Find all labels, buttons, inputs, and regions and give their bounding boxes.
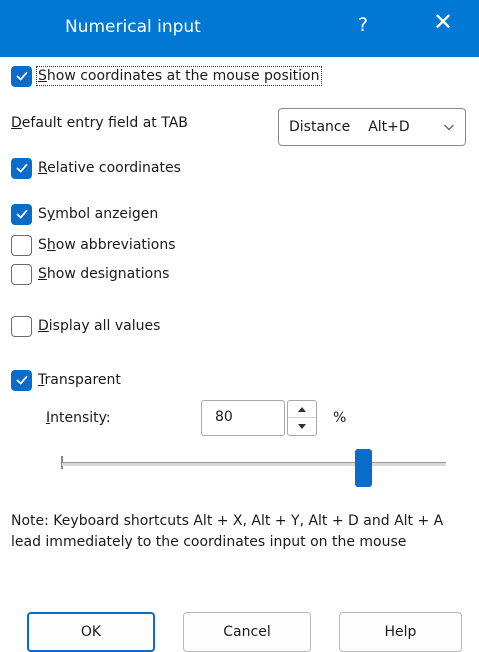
transparent-checkbox[interactable] xyxy=(11,369,32,391)
label-text: elative coordinates xyxy=(47,160,181,176)
display-all-values-label: Display all values xyxy=(38,318,160,334)
checkmark-icon xyxy=(16,71,27,81)
relative-coordinates-label: Relative coordinates xyxy=(38,160,181,176)
symbol-anzeigen-label: Symbol anzeigen xyxy=(38,206,158,222)
intensity-label: Intensity: xyxy=(46,410,111,426)
display-all-values-checkbox[interactable] xyxy=(11,315,32,337)
spin-up-button[interactable] xyxy=(288,401,316,418)
dropdown-selected-shortcut: Alt+D xyxy=(368,119,410,135)
show-coordinates-checkbox[interactable] xyxy=(11,65,32,87)
checkmark-icon xyxy=(16,163,27,173)
mnemonic-key: h xyxy=(46,237,56,253)
show-abbreviations-checkbox[interactable] xyxy=(11,234,32,256)
label-text: ow abbreviations xyxy=(55,237,176,253)
title-bar: Numerical input ? ✕ xyxy=(0,0,479,57)
checkmark-icon xyxy=(16,375,27,385)
label-text: ntensity: xyxy=(50,410,111,426)
show-abbreviations-option[interactable]: Show abbreviations xyxy=(11,234,176,256)
default-entry-label: Default entry field at TAB xyxy=(11,115,188,131)
mnemonic-key: S xyxy=(38,68,47,84)
symbol-anzeigen-checkbox[interactable] xyxy=(11,203,32,225)
show-abbreviations-label: Show abbreviations xyxy=(38,237,176,253)
show-designations-option[interactable]: Show designations xyxy=(11,263,169,285)
intensity-slider-track[interactable] xyxy=(62,462,446,466)
close-icon[interactable]: ✕ xyxy=(433,10,453,34)
mnemonic-key: D xyxy=(38,318,49,334)
mnemonic-key: S xyxy=(38,266,47,282)
transparent-option[interactable]: Transparent xyxy=(11,369,121,391)
show-coordinates-label: Show coordinates at the mouse position xyxy=(35,66,323,86)
label-text: isplay all values xyxy=(48,318,161,334)
keyboard-shortcut-note: Note: Keyboard shortcuts Alt + X, Alt + … xyxy=(11,513,444,550)
intensity-input[interactable]: 80 xyxy=(201,400,285,436)
intensity-value: 80 xyxy=(215,409,233,425)
symbol-anzeigen-option[interactable]: Symbol anzeigen xyxy=(11,203,158,225)
show-designations-checkbox[interactable] xyxy=(11,263,32,285)
mnemonic-key: R xyxy=(38,160,48,176)
intensity-spinner[interactable] xyxy=(287,400,317,436)
dialog-title: Numerical input xyxy=(65,17,201,37)
checkmark-icon xyxy=(16,209,27,219)
label-text: efault entry field at TAB xyxy=(21,115,188,131)
transparent-label: Transparent xyxy=(38,372,121,388)
show-coordinates-option[interactable]: Show coordinates at the mouse position xyxy=(11,65,323,87)
label-text: S xyxy=(38,206,47,222)
chevron-down-icon xyxy=(444,124,454,131)
intensity-slider-thumb[interactable] xyxy=(355,449,372,487)
triangle-up-icon xyxy=(298,406,306,412)
mnemonic-key: D xyxy=(11,115,22,131)
spin-down-button[interactable] xyxy=(288,418,316,435)
percent-unit: % xyxy=(333,410,347,426)
dropdown-selected-field: Distance xyxy=(289,119,351,135)
label-text: how coordinates at the mouse position xyxy=(46,68,320,84)
label-text: S xyxy=(38,237,47,253)
help-button[interactable]: Help xyxy=(339,612,462,652)
help-icon[interactable]: ? xyxy=(358,14,368,36)
relative-coordinates-option[interactable]: Relative coordinates xyxy=(11,157,181,179)
label-text: ransparent xyxy=(44,372,121,388)
label-text: mbol anzeigen xyxy=(55,206,159,222)
display-all-values-option[interactable]: Display all values xyxy=(11,315,160,337)
relative-coordinates-checkbox[interactable] xyxy=(11,157,32,179)
triangle-down-icon xyxy=(298,424,306,429)
default-entry-dropdown[interactable]: Distance Alt+D xyxy=(278,108,466,146)
label-text: how designations xyxy=(46,266,170,282)
show-designations-label: Show designations xyxy=(38,266,169,282)
ok-button[interactable]: OK xyxy=(27,612,155,652)
mnemonic-key: y xyxy=(46,206,56,222)
cancel-button[interactable]: Cancel xyxy=(183,612,311,652)
